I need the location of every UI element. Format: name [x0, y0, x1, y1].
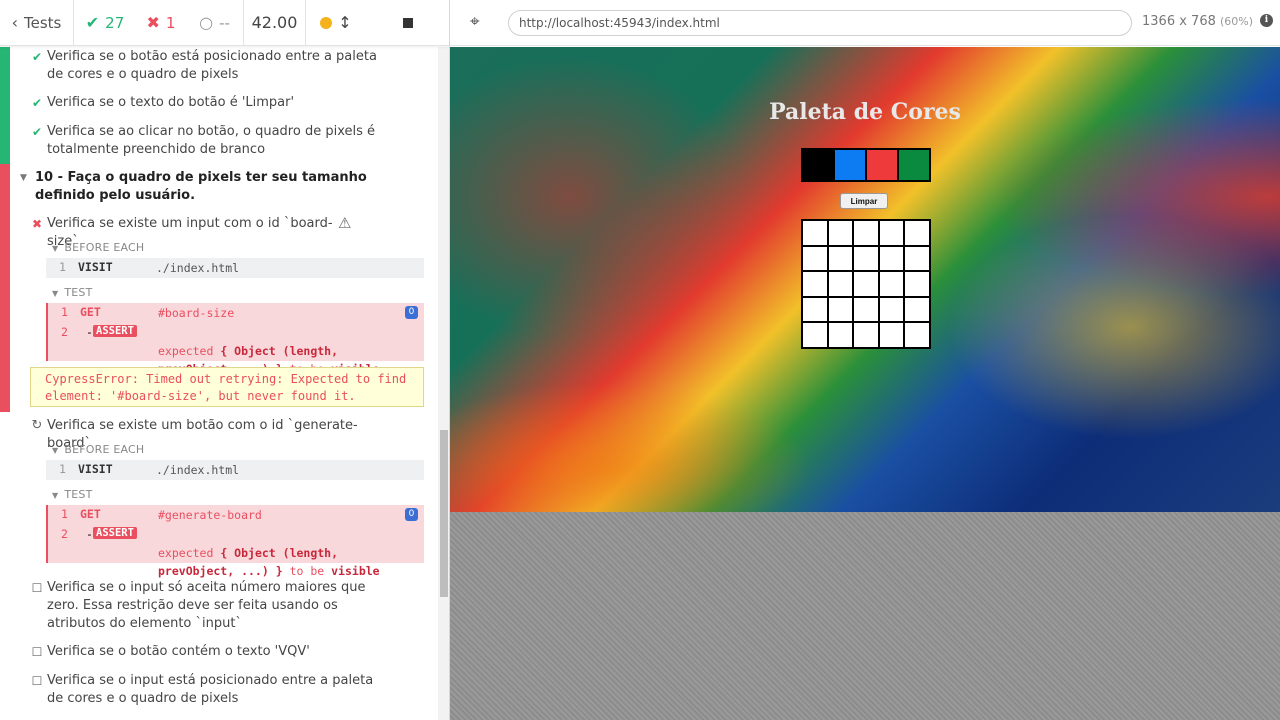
scrollbar-thumb[interactable] [440, 430, 448, 597]
viewport-info: 1366 x 768 (60%) [1142, 14, 1254, 29]
info-icon[interactable]: i [1260, 14, 1273, 27]
pixel[interactable] [878, 245, 904, 271]
pixel[interactable] [802, 271, 828, 297]
pass-stripe [0, 47, 10, 164]
check-icon: ✔ [31, 96, 43, 110]
check-icon: ✔ [31, 50, 43, 64]
assert-badge: ASSERT [93, 527, 137, 539]
reporter-body: ✔ Verifica se o botão está posicionado e… [0, 47, 438, 720]
caret-down-icon: ▼ [52, 289, 59, 298]
reporter-panel: ‹ Tests ✔ 27 ✖ 1 ○ -- 42.00 ↕ ✔ Verifica… [0, 0, 450, 720]
tests-nav-button[interactable]: ‹ Tests [0, 0, 74, 45]
pixel[interactable] [853, 296, 879, 322]
chevron-left-icon: ‹ [11, 13, 19, 32]
hook-test[interactable]: ▼ TEST [52, 488, 93, 501]
pixel[interactable] [802, 296, 828, 322]
hook-before-each[interactable]: ▼ BEFORE EACH [52, 443, 144, 456]
arrows-vertical-icon: ↕ [338, 13, 352, 32]
pixel[interactable] [878, 271, 904, 297]
square-icon: ☐ [31, 674, 43, 688]
command-get-failed[interactable]: 1 GET #board-size 0 2 - ASSERT expected … [46, 303, 424, 376]
x-icon: ✖ [146, 13, 160, 32]
pixel-board [801, 219, 931, 349]
pixel[interactable] [853, 245, 879, 271]
check-icon: ✔ [85, 13, 100, 32]
pixel[interactable] [802, 220, 828, 246]
clear-board-button[interactable]: Limpar [840, 193, 888, 209]
pixel[interactable] [827, 271, 853, 297]
pixel[interactable] [802, 322, 828, 348]
command-visit[interactable]: 1 VISIT ./index.html [46, 258, 424, 278]
x-icon: ✖ [31, 217, 43, 231]
count-badge: 0 [405, 306, 418, 319]
caret-down-icon: ▼ [52, 244, 59, 253]
page-title: Paleta de Cores [769, 99, 961, 125]
hook-test[interactable]: ▼ TEST [52, 286, 93, 299]
square-icon: ☐ [31, 581, 43, 595]
aut-header: ⌖ http://localhost:45943/index.html 1366… [450, 0, 1280, 46]
aut-iframe: Paleta de Cores Limpar [450, 47, 1280, 512]
duration-display: 42.00 [244, 0, 306, 45]
refresh-icon: ↻ [31, 418, 43, 433]
aut-background [450, 512, 1280, 720]
url-field[interactable]: http://localhost:45943/index.html [508, 10, 1132, 36]
fail-stripe [0, 164, 10, 412]
assert-badge: ASSERT [93, 325, 137, 337]
color-swatch[interactable] [834, 149, 866, 181]
caret-down-icon: ▼ [20, 173, 27, 183]
failed-stat: ✖ 1 [146, 13, 176, 32]
pixel[interactable] [853, 322, 879, 348]
color-swatch[interactable] [898, 149, 930, 181]
caret-down-icon: ▼ [52, 491, 59, 500]
crosshair-icon[interactable]: ⌖ [470, 12, 480, 32]
reporter-header: ‹ Tests ✔ 27 ✖ 1 ○ -- 42.00 ↕ [0, 0, 449, 46]
running-indicator-icon [320, 16, 333, 29]
tests-label: Tests [24, 13, 62, 32]
pixel[interactable] [904, 220, 930, 246]
stop-icon [403, 17, 413, 28]
hook-before-each[interactable]: ▼ BEFORE EACH [52, 241, 144, 254]
pixel[interactable] [827, 220, 853, 246]
cypress-runner: ‹ Tests ✔ 27 ✖ 1 ○ -- 42.00 ↕ ✔ Verifica… [0, 0, 1280, 720]
color-palette [801, 148, 931, 182]
pixel[interactable] [802, 245, 828, 271]
color-swatch[interactable] [866, 149, 898, 181]
pixel[interactable] [827, 245, 853, 271]
pixel[interactable] [827, 322, 853, 348]
pixel[interactable] [904, 271, 930, 297]
warning-icon: ⚠ [338, 214, 352, 232]
count-badge: 0 [405, 508, 418, 521]
pixel[interactable] [853, 271, 879, 297]
reporter-scrollbar[interactable] [438, 47, 449, 720]
pixel[interactable] [904, 296, 930, 322]
pixel[interactable] [878, 322, 904, 348]
error-message[interactable]: CypressError: Timed out retrying: Expect… [30, 367, 424, 407]
circle-notch-icon: ○ [199, 13, 214, 32]
stop-button[interactable] [366, 0, 449, 45]
passed-stat: ✔ 27 [85, 13, 125, 32]
pixel[interactable] [878, 296, 904, 322]
pixel[interactable] [904, 322, 930, 348]
pixel[interactable] [853, 220, 879, 246]
command-get-failed[interactable]: 1 GET #generate-board 0 2 - ASSERT expec… [46, 505, 424, 578]
pending-stat: ○ -- [186, 0, 244, 45]
pixel[interactable] [827, 296, 853, 322]
command-visit[interactable]: 1 VISIT ./index.html [46, 460, 424, 480]
check-icon: ✔ [31, 125, 43, 139]
pixel[interactable] [878, 220, 904, 246]
color-swatch[interactable] [802, 149, 834, 181]
auto-scroll-toggle[interactable]: ↕ [306, 0, 366, 45]
square-icon: ☐ [31, 645, 43, 659]
caret-down-icon: ▼ [52, 446, 59, 455]
pixel[interactable] [904, 245, 930, 271]
